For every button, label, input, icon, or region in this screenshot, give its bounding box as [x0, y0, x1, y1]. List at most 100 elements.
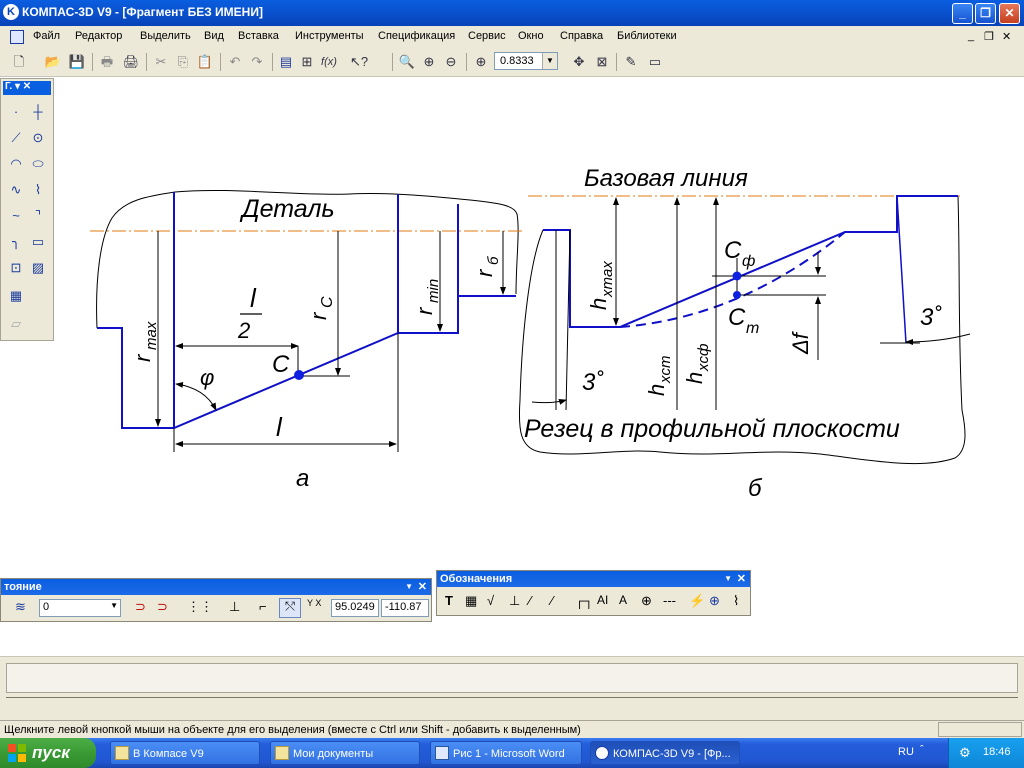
- arrow-icon[interactable]: ┌┐: [575, 593, 593, 608]
- cut-line-icon[interactable]: AI: [597, 593, 608, 607]
- help-pointer-icon[interactable]: ↖?: [350, 53, 368, 71]
- coord-x-field[interactable]: 95.0249: [331, 599, 379, 617]
- snap-magnet-icon[interactable]: ⊃: [135, 599, 146, 615]
- tray-expand-icon[interactable]: ˆ: [920, 744, 924, 756]
- doc-close-button[interactable]: ✕: [1002, 30, 1011, 43]
- axis-line-icon[interactable]: ---: [663, 593, 676, 608]
- segment-icon[interactable]: ⟋: [7, 129, 25, 147]
- redo-icon[interactable]: ↷: [248, 53, 266, 71]
- layer-select[interactable]: 0 ▼: [39, 599, 121, 617]
- clock[interactable]: 18:46: [983, 746, 1011, 758]
- ellipse-icon[interactable]: ⬭: [29, 155, 47, 173]
- title-bar[interactable]: K КОМПАС-3D V9 - [Фрагмент БЕЗ ИМЕНИ] _ …: [0, 0, 1024, 26]
- text-icon[interactable]: T: [445, 593, 453, 608]
- chevron-down-icon[interactable]: ▼: [542, 53, 557, 69]
- zoom-select[interactable]: 0.8333 ▼: [494, 52, 558, 70]
- zoom-in-window-icon[interactable]: 🔍: [398, 53, 416, 71]
- geometry-panel-header[interactable]: Г. ▾ ✕: [3, 81, 51, 95]
- polyline-icon[interactable]: ⌇: [29, 181, 47, 199]
- copy-icon[interactable]: ⎘: [174, 53, 192, 71]
- close-icon[interactable]: ✕: [418, 579, 427, 595]
- cut-icon[interactable]: ✂: [152, 53, 170, 71]
- menu-specification[interactable]: Спецификация: [378, 30, 455, 42]
- close-icon[interactable]: ✕: [737, 571, 746, 587]
- chamfer-icon[interactable]: ⌝: [29, 207, 47, 225]
- properties-strip[interactable]: [6, 663, 1018, 693]
- circle-icon[interactable]: ⊙: [29, 129, 47, 147]
- macro-icon[interactable]: ▦: [7, 287, 25, 305]
- zoom-in-icon[interactable]: ⊕: [420, 53, 438, 71]
- doc-restore-button[interactable]: ❐: [984, 30, 994, 43]
- chevron-down-icon[interactable]: ▼: [110, 601, 118, 610]
- fillet-icon[interactable]: ╮: [7, 233, 25, 251]
- center-mark-icon[interactable]: ⊕: [709, 593, 720, 609]
- minimize-button[interactable]: _: [952, 3, 973, 24]
- zoom-out-icon[interactable]: ⊖: [442, 53, 460, 71]
- task-kompas[interactable]: КОМПАС-3D V9 - [Фр...: [590, 741, 740, 765]
- menu-select[interactable]: Выделить: [140, 30, 191, 42]
- ortho-icon[interactable]: ⌐: [259, 599, 267, 614]
- layer-icon[interactable]: ▭: [646, 53, 664, 71]
- menu-edit[interactable]: Редактор: [75, 30, 122, 42]
- arc-icon[interactable]: ◠: [7, 155, 25, 173]
- break-icon[interactable]: ⚡: [689, 593, 705, 609]
- round-coords-icon[interactable]: ⤲: [279, 598, 301, 618]
- network-icon[interactable]: ⚙: [959, 745, 971, 761]
- rectangle-icon[interactable]: ▭: [29, 233, 47, 251]
- bezier-icon[interactable]: ∿: [7, 181, 25, 199]
- view-arrow-icon[interactable]: A: [619, 593, 627, 607]
- paste-icon[interactable]: 📋: [196, 53, 214, 71]
- task-word[interactable]: Рис 1 - Microsoft Word: [430, 741, 582, 765]
- start-button[interactable]: пуск: [0, 738, 96, 768]
- menu-libraries[interactable]: Библиотеки: [617, 30, 677, 42]
- menu-service[interactable]: Сервис: [468, 30, 506, 42]
- refresh-icon[interactable]: ✎: [622, 53, 640, 71]
- base-icon[interactable]: ⊥: [509, 593, 520, 609]
- tolerance-icon[interactable]: ⊕: [641, 593, 652, 609]
- doc-minimize-button[interactable]: _: [968, 30, 974, 42]
- new-doc-icon[interactable]: 🗋: [10, 53, 28, 71]
- chevron-down-icon[interactable]: ▼: [724, 571, 732, 587]
- menu-view[interactable]: Вид: [204, 30, 224, 42]
- open-folder-icon[interactable]: 📂: [44, 53, 62, 71]
- print-preview-icon[interactable]: 🖨: [122, 53, 140, 71]
- layers-icon[interactable]: ≋: [15, 599, 26, 615]
- function-icon[interactable]: f(x): [320, 53, 338, 71]
- state-panel-header[interactable]: тояние ▼ ✕: [1, 579, 431, 595]
- close-button[interactable]: ✕: [999, 3, 1020, 24]
- marks-panel-header[interactable]: Обозначения ▼ ✕: [437, 571, 750, 587]
- task-kompas-folder[interactable]: В Компасе V9: [110, 741, 260, 765]
- properties-icon[interactable]: ⊞: [298, 53, 316, 71]
- leader-icon[interactable]: ⁄: [551, 593, 553, 608]
- roughness-icon[interactable]: √: [487, 593, 494, 608]
- menu-file[interactable]: Файл: [33, 30, 60, 42]
- local-snap-icon[interactable]: ⊃: [157, 599, 168, 615]
- task-my-documents[interactable]: Мои документы: [270, 741, 420, 765]
- manager-icon[interactable]: ▤: [277, 53, 295, 71]
- undo-icon[interactable]: ↶: [226, 53, 244, 71]
- hatch-icon[interactable]: ▨: [29, 259, 47, 277]
- save-icon[interactable]: 💾: [68, 53, 86, 71]
- contour-icon[interactable]: ⊡: [7, 259, 25, 277]
- print-icon[interactable]: 🖶: [98, 53, 116, 71]
- zoom-scale-icon[interactable]: ⊕: [472, 53, 490, 71]
- document-icon[interactable]: [10, 30, 24, 44]
- menu-help[interactable]: Справка: [560, 30, 603, 42]
- language-indicator[interactable]: RU: [898, 746, 914, 758]
- position-icon[interactable]: ⁄: [529, 593, 531, 608]
- point-icon[interactable]: ·: [7, 103, 25, 121]
- table-icon[interactable]: ▦: [465, 593, 477, 609]
- restore-button[interactable]: ❐: [975, 3, 996, 24]
- wave-line-icon[interactable]: ⌇: [733, 593, 739, 609]
- coord-y-field[interactable]: -110.87: [381, 599, 429, 617]
- menu-window[interactable]: Окно: [518, 30, 544, 42]
- menu-tools[interactable]: Инструменты: [295, 30, 364, 42]
- aux-line-icon[interactable]: ┼: [29, 103, 47, 121]
- grid-icon[interactable]: ⋮⋮: [187, 599, 213, 615]
- pan-icon[interactable]: ✥: [570, 53, 588, 71]
- menu-insert[interactable]: Вставка: [238, 30, 279, 42]
- fit-all-icon[interactable]: ⊠: [593, 53, 611, 71]
- chevron-down-icon[interactable]: ▼: [405, 579, 413, 595]
- spline-icon[interactable]: ~: [7, 207, 25, 225]
- local-cs-icon[interactable]: ⊥: [229, 599, 240, 615]
